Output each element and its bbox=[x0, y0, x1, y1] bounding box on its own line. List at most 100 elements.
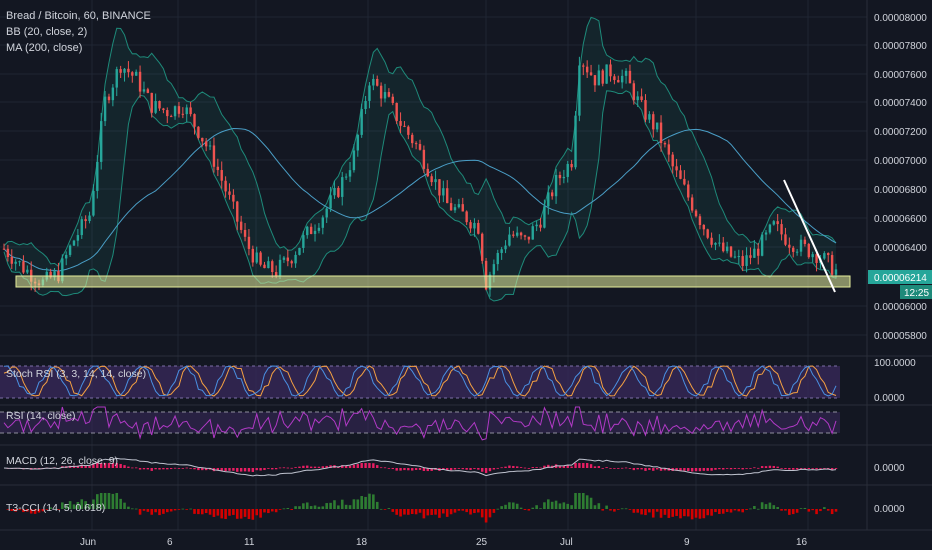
candle-body bbox=[636, 96, 639, 101]
candle-body bbox=[624, 70, 628, 76]
candle-body bbox=[745, 255, 748, 266]
t3-cci-bar bbox=[255, 509, 259, 516]
candle-body bbox=[628, 70, 632, 84]
t3-cci-bar bbox=[422, 509, 426, 519]
macd-bar bbox=[574, 463, 577, 468]
macd-bar bbox=[146, 468, 150, 470]
macd-bar bbox=[317, 466, 321, 468]
candle-body bbox=[714, 242, 717, 245]
macd-bar bbox=[749, 468, 752, 469]
current-price-label: 0.00006214 bbox=[874, 273, 927, 284]
t3-cci-bar bbox=[601, 509, 605, 511]
t3-cci-bar bbox=[655, 509, 659, 512]
t3-cci-bar bbox=[659, 509, 663, 518]
candle-body bbox=[640, 96, 643, 101]
macd-bar bbox=[578, 463, 581, 468]
t3-cci-bar bbox=[274, 509, 278, 513]
t3-cci-bar bbox=[710, 509, 713, 516]
candle-body bbox=[764, 232, 768, 235]
t3-cci-bar bbox=[197, 509, 200, 515]
t3-cci-bar bbox=[111, 493, 115, 509]
macd-bar bbox=[138, 468, 142, 470]
macd-bar bbox=[655, 468, 659, 470]
candle-body bbox=[504, 245, 507, 250]
candle-body bbox=[2, 248, 6, 250]
macd-bar bbox=[251, 468, 255, 472]
candle-body bbox=[333, 187, 336, 196]
t3-cci-bar bbox=[784, 509, 787, 511]
candle-body bbox=[278, 259, 282, 276]
t3-cci-bar bbox=[407, 509, 410, 515]
price-tick: 0.00008000 bbox=[874, 13, 927, 24]
t3-cci-bar bbox=[107, 493, 111, 509]
macd-bar bbox=[760, 466, 764, 468]
candle-body bbox=[6, 248, 10, 258]
candle-body bbox=[344, 176, 348, 178]
t3-cci-bar bbox=[620, 508, 624, 510]
t3-cci-bar bbox=[298, 506, 301, 509]
t3-cci-bar bbox=[640, 509, 643, 515]
candle-body bbox=[601, 70, 604, 84]
t3-cci-bar bbox=[313, 505, 317, 509]
candle-body bbox=[341, 177, 344, 197]
macd-bar bbox=[255, 468, 258, 471]
t3-cci-bar bbox=[305, 502, 309, 509]
candle-body bbox=[523, 235, 527, 237]
candle-body bbox=[158, 101, 161, 109]
t3-cci-bar bbox=[200, 509, 204, 515]
candle-body bbox=[418, 144, 422, 150]
trading-chart[interactable]: Bread / Bitcoin, 60, BINANCE BB (20, clo… bbox=[0, 0, 932, 550]
macd-bar bbox=[158, 468, 161, 470]
t3-cci-bar bbox=[823, 507, 826, 509]
t3-cci-bar bbox=[344, 504, 348, 509]
t3-cci-bar bbox=[480, 509, 484, 518]
macd-bar bbox=[228, 468, 231, 471]
t3-cci-bar bbox=[694, 509, 698, 518]
macd-bar bbox=[162, 468, 165, 470]
t3-cci-bar bbox=[648, 509, 651, 513]
macd-bar bbox=[683, 468, 686, 471]
candle-body bbox=[356, 134, 359, 151]
t3-cci-bar bbox=[737, 509, 741, 512]
t3-cci-bar bbox=[795, 509, 799, 513]
t3-cci-bar bbox=[628, 509, 632, 510]
candle-body bbox=[784, 234, 787, 245]
t3-cci-bar bbox=[651, 509, 655, 518]
macd-bar bbox=[737, 468, 741, 469]
macd-bar bbox=[636, 468, 639, 470]
candle-body bbox=[438, 179, 441, 196]
t3-cci-bar bbox=[469, 509, 472, 515]
candle-body bbox=[197, 126, 200, 138]
macd-bar bbox=[387, 468, 391, 469]
candle-body bbox=[76, 235, 80, 241]
candle-body bbox=[119, 69, 122, 73]
candle-body bbox=[648, 114, 651, 120]
t3-cci-bar bbox=[636, 509, 640, 513]
macd-bar bbox=[286, 467, 290, 469]
candle-body bbox=[391, 96, 394, 103]
candle-body bbox=[263, 264, 266, 269]
macd-bar bbox=[819, 468, 822, 469]
candle-body bbox=[379, 85, 383, 99]
candle-body bbox=[807, 243, 810, 258]
macd-bar bbox=[504, 466, 507, 468]
candle-body bbox=[169, 116, 173, 118]
t3-cci-bar bbox=[574, 493, 577, 509]
t3-cci-bar bbox=[745, 509, 748, 510]
macd-bar bbox=[407, 468, 410, 471]
candle-body bbox=[294, 254, 297, 264]
candle-body bbox=[368, 85, 371, 101]
macd-bar bbox=[515, 466, 519, 468]
candle-body bbox=[457, 204, 461, 208]
t3-cci-bar bbox=[286, 508, 290, 509]
time-label: Jun bbox=[80, 537, 96, 548]
candle-body bbox=[18, 261, 21, 263]
macd-bar bbox=[414, 468, 418, 470]
candle-body bbox=[411, 134, 414, 144]
macd-bar bbox=[601, 468, 604, 469]
t3-cci-label: T3-CCI (14, 5, 0.618) bbox=[6, 502, 105, 514]
candle-body bbox=[652, 114, 655, 130]
support-zone[interactable] bbox=[15, 275, 851, 288]
macd-bar bbox=[197, 468, 200, 471]
price-tick: 0.00005800 bbox=[874, 331, 927, 342]
